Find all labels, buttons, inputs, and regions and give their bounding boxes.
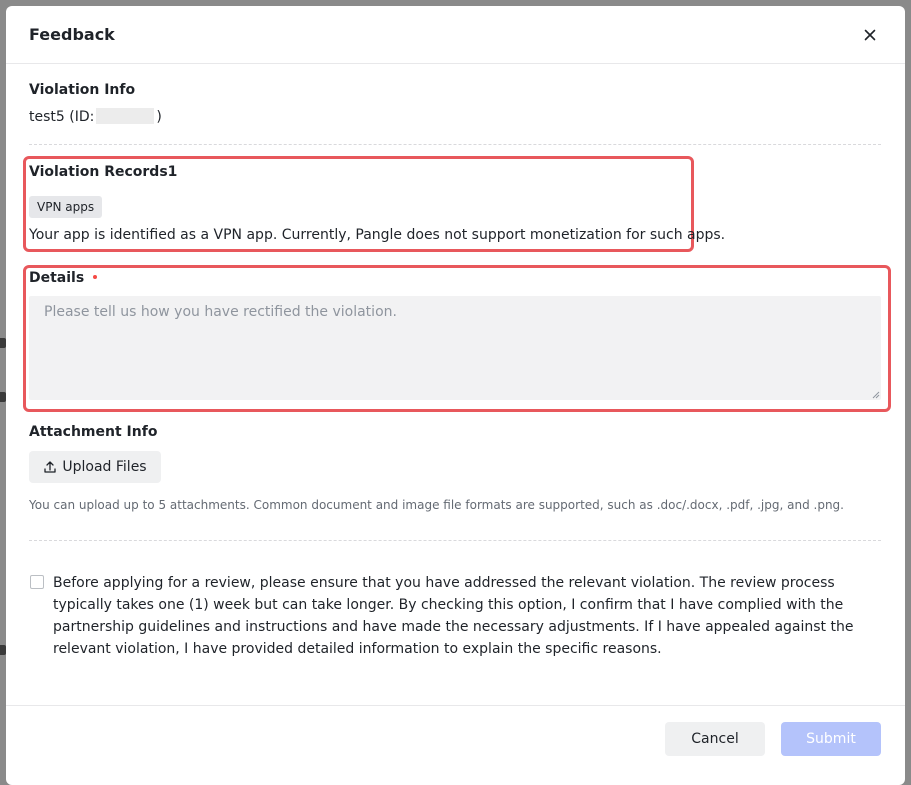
dialog-header: Feedback: [6, 6, 905, 64]
required-indicator: [93, 275, 98, 279]
close-icon: [864, 29, 876, 41]
violation-info-heading: Violation Info: [29, 82, 136, 98]
violation-info-value: test5 (ID:): [29, 108, 162, 125]
agreement-text: Before applying for a review, please ens…: [53, 575, 854, 657]
violation-tag: VPN apps: [29, 196, 103, 218]
section-divider: [29, 540, 881, 541]
agreement-checkbox[interactable]: [30, 575, 44, 589]
section-divider: [29, 144, 881, 145]
dialog-title: Feedback: [29, 25, 115, 44]
app-id-prefix: (ID:: [69, 109, 95, 125]
upload-files-label: Upload Files: [62, 459, 147, 475]
feedback-dialog: Feedback Violation Info test5 (ID:) Viol…: [6, 6, 905, 785]
violation-description: Your app is identified as a VPN app. Cur…: [29, 227, 726, 243]
cancel-button[interactable]: Cancel: [665, 722, 765, 756]
submit-button[interactable]: Submit: [781, 722, 881, 756]
dialog-footer: Cancel Submit: [6, 705, 905, 785]
attachment-heading: Attachment Info: [29, 424, 158, 440]
app-id-redacted: [96, 108, 155, 124]
upload-files-button[interactable]: Upload Files: [29, 451, 161, 483]
app-name: test5: [29, 109, 65, 125]
violation-records-heading: Violation Records1: [29, 164, 178, 180]
details-label-text: Details: [29, 270, 85, 286]
resize-handle-icon[interactable]: [872, 391, 880, 399]
upload-icon: [44, 461, 57, 473]
close-button[interactable]: [857, 22, 883, 48]
upload-hint: You can upload up to 5 attachments. Comm…: [29, 498, 844, 512]
details-textarea[interactable]: [29, 296, 881, 400]
app-id-suffix: ): [156, 109, 162, 125]
details-label: Details: [29, 270, 98, 286]
